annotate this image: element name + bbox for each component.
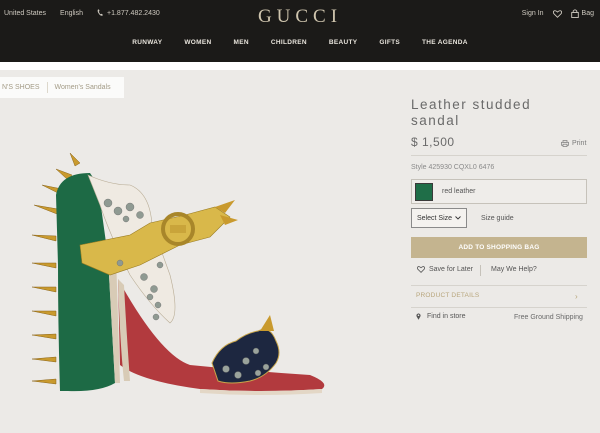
product-image[interactable] — [20, 145, 340, 410]
action-divider — [480, 265, 481, 276]
printer-icon — [561, 140, 569, 147]
find-in-store-label: Find in store — [427, 313, 466, 320]
nav-men[interactable]: MEN — [233, 39, 248, 46]
add-to-bag-button[interactable]: ADD TO SHOPPING BAG — [411, 237, 587, 258]
product-price: $ 1,500 — [411, 135, 455, 149]
nav-runway[interactable]: RUNWAY — [132, 39, 162, 46]
nav-the-agenda[interactable]: THE AGENDA — [422, 39, 468, 46]
nav-gifts[interactable]: GIFTS — [379, 39, 400, 46]
site-header: United States English +1.877.482.2430 GU… — [0, 0, 600, 62]
main-nav: RUNWAY WOMEN MEN CHILDREN BEAUTY GIFTS T… — [0, 39, 600, 46]
find-in-store-link[interactable]: Find in store — [416, 313, 466, 320]
color-label: red leather — [442, 188, 476, 195]
save-for-later-label: Save for Later — [429, 266, 473, 273]
size-select-value: Select Size — [417, 214, 453, 222]
chevron-down-icon — [455, 216, 461, 220]
divider — [411, 285, 587, 286]
bag-label: Bag — [581, 10, 594, 17]
print-label: Print — [572, 140, 587, 147]
bag-lock-icon — [570, 9, 579, 18]
print-link[interactable]: Print — [561, 140, 586, 147]
wishlist-heart-icon[interactable] — [552, 9, 562, 18]
size-guide-link[interactable]: Size guide — [481, 215, 514, 222]
color-swatch[interactable] — [415, 182, 433, 201]
breadcrumb-item-shoes[interactable]: N'S SHOES — [0, 84, 47, 91]
header-utility-right: Sign In Bag — [513, 9, 594, 18]
nav-children[interactable]: CHILDREN — [271, 39, 307, 46]
product-details-toggle[interactable]: PRODUCT DETAILS — [416, 292, 479, 299]
divider — [411, 155, 587, 156]
color-selector[interactable]: red leather — [411, 179, 587, 204]
location-pin-icon — [416, 313, 421, 320]
save-for-later-link[interactable]: Save for Later — [417, 266, 473, 273]
nav-beauty[interactable]: BEAUTY — [329, 39, 358, 46]
breadcrumb: N'S SHOES Women's Sandals — [0, 77, 124, 98]
gucci-logo[interactable]: GUCCI — [0, 6, 600, 28]
style-number: Style 425930 CQXL0 6476 — [411, 164, 495, 171]
header-separator — [0, 62, 600, 70]
bag-link[interactable]: Bag — [570, 9, 594, 18]
nav-women[interactable]: WOMEN — [184, 39, 211, 46]
size-select[interactable]: Select Size — [411, 208, 467, 228]
chevron-right-icon[interactable]: › — [575, 292, 578, 301]
product-title: Leather studded sandal — [411, 97, 532, 128]
heart-icon — [417, 266, 425, 273]
shipping-info: Free Ground Shipping — [514, 314, 583, 321]
breadcrumb-item-sandals[interactable]: Women's Sandals — [48, 84, 118, 91]
divider — [411, 307, 587, 308]
may-we-help-link[interactable]: May We Help? — [491, 266, 537, 273]
sign-in-link[interactable]: Sign In — [522, 10, 544, 17]
